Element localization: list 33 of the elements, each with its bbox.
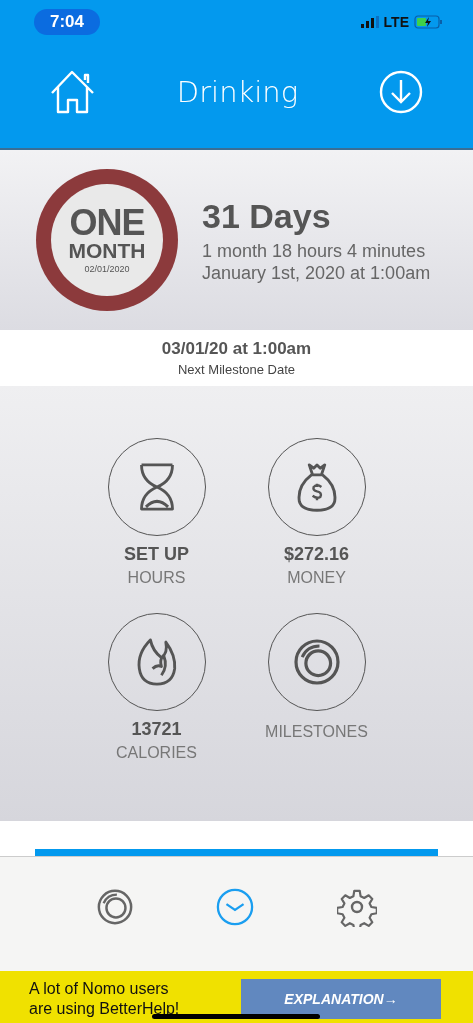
clock-icon bbox=[216, 888, 255, 926]
tab-button[interactable] bbox=[96, 888, 135, 926]
badge-subtitle: MONTH bbox=[68, 240, 146, 262]
next-milestone-date: 03/01/20 at 1:00am bbox=[161, 339, 312, 359]
rings-icon bbox=[96, 888, 135, 926]
ad-text: A lot of Nomo users are using BetterHelp! bbox=[29, 979, 181, 1019]
start-date: January 1st, 2020 at 1:00am bbox=[202, 261, 431, 284]
home-button[interactable] bbox=[50, 70, 96, 114]
tab-button[interactable] bbox=[216, 888, 255, 926]
rings-icon bbox=[291, 637, 342, 687]
duration-text: 1 month 18 hours 4 minutes bbox=[202, 239, 427, 262]
stat-label: HOURS bbox=[127, 569, 186, 587]
stat-value: 13721 bbox=[131, 719, 182, 740]
badge-title: ONE bbox=[69, 206, 145, 240]
status-time: 7:04 bbox=[34, 9, 101, 35]
signal-icon bbox=[360, 16, 379, 28]
stat-value: $272.16 bbox=[283, 544, 350, 565]
stat-label: MILESTONES bbox=[265, 723, 368, 741]
explanation-button[interactable]: EXPLANATION→ bbox=[241, 979, 441, 1019]
stat-value: SET UP bbox=[124, 544, 189, 565]
settings-icon bbox=[336, 887, 377, 927]
stat-label: MONEY bbox=[287, 569, 346, 587]
network-label: LTE bbox=[383, 14, 409, 30]
stat-label: CALORIES bbox=[116, 744, 197, 762]
download-button[interactable] bbox=[379, 70, 423, 114]
screen-title: Drinking bbox=[176, 75, 299, 109]
badge-date: 02/01/2020 bbox=[84, 264, 130, 274]
home-icon bbox=[50, 70, 96, 114]
days-count: 31 Days bbox=[202, 196, 332, 236]
next-milestone-label: Next Milestone Date bbox=[177, 362, 296, 377]
download-icon bbox=[379, 70, 423, 114]
battery-icon bbox=[414, 15, 443, 29]
tab-button[interactable] bbox=[336, 887, 377, 927]
